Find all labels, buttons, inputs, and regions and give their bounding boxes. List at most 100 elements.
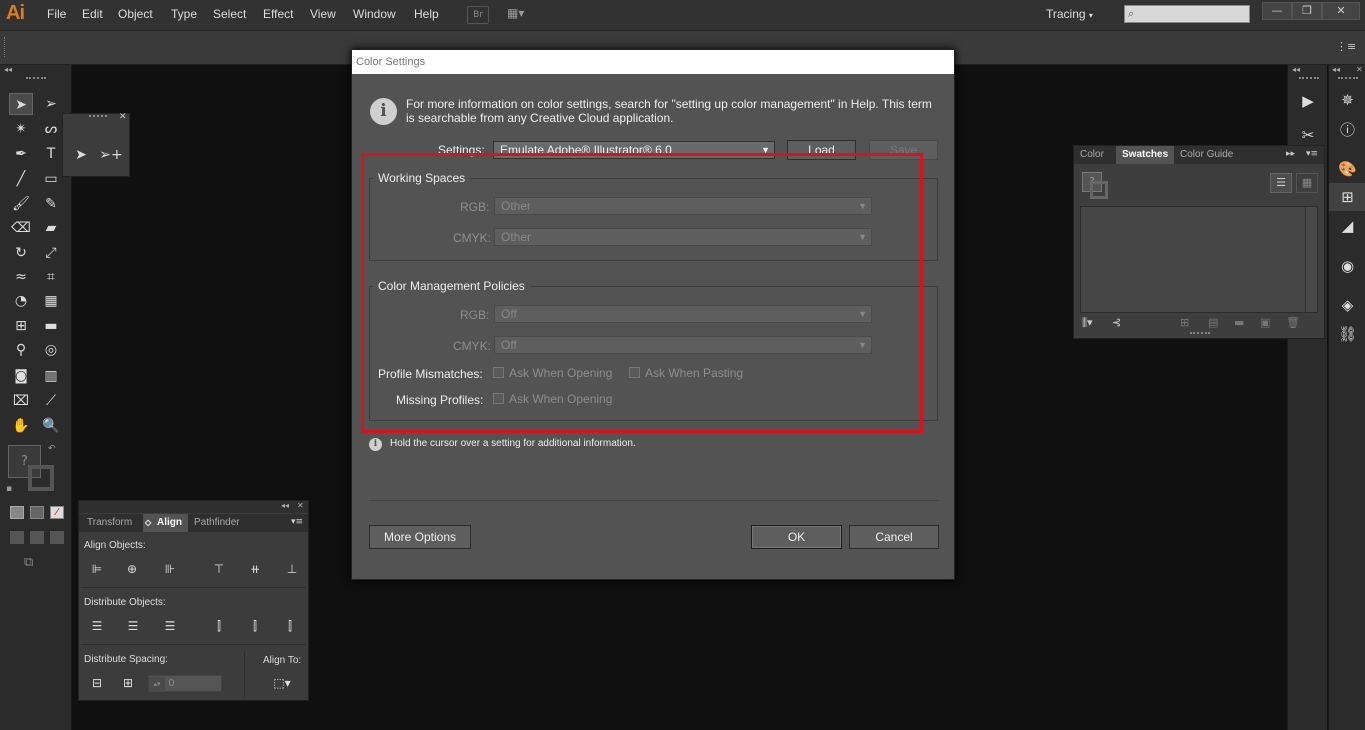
scale-tool-icon[interactable]: ⤢ xyxy=(39,242,63,264)
swatch-list[interactable] xyxy=(1080,206,1318,313)
default-fill-stroke-icon[interactable]: ▪ xyxy=(6,484,12,494)
gripper-icon[interactable] xyxy=(1190,332,1210,334)
ok-button[interactable]: OK xyxy=(751,525,842,549)
slice-tool-icon[interactable]: ⟋ xyxy=(39,390,63,412)
panel-menu-icon[interactable]: ⋮≡ xyxy=(1336,40,1356,53)
horizontal-distribute-center-icon[interactable]: ⫿ xyxy=(246,617,264,635)
list-view-icon[interactable]: ☰ xyxy=(1270,173,1292,193)
tab-color[interactable]: Color xyxy=(1074,146,1110,164)
free-transform-tool-icon[interactable]: ⌗ xyxy=(39,266,63,288)
horizontal-distribute-left-icon[interactable]: ⫿ xyxy=(210,617,228,635)
horizontal-distribute-space-icon[interactable]: ⊞ xyxy=(119,674,137,692)
gripper-icon[interactable] xyxy=(26,77,46,80)
gradient-tool-icon[interactable]: ▬ xyxy=(39,315,63,337)
mesh-tool-icon[interactable]: ⊞ xyxy=(9,315,33,337)
vertical-align-center-icon[interactable]: ⧺ xyxy=(246,560,264,578)
show-swatch-kinds-icon[interactable]: ⊰ xyxy=(1112,316,1121,329)
gradient-mode-icon[interactable] xyxy=(30,506,44,519)
pencil-tool-icon[interactable]: ✎ xyxy=(39,193,63,215)
appearance-icon[interactable]: ◉ xyxy=(1329,252,1365,280)
blend-tool-icon[interactable]: ◎ xyxy=(39,339,63,361)
color-mode-icon[interactable] xyxy=(10,506,24,519)
rectangle-tool-icon[interactable]: ▭ xyxy=(39,168,63,190)
draw-normal-icon[interactable] xyxy=(10,531,24,544)
hand-tool-icon[interactable]: ✋ xyxy=(9,415,33,437)
links-chain-icon[interactable]: ⛓ xyxy=(1329,320,1365,348)
menu-select[interactable]: Select xyxy=(213,7,246,21)
collapse-icon[interactable]: ◂◂ xyxy=(281,501,289,510)
play-actions-icon[interactable]: ▶ xyxy=(1289,87,1327,115)
draw-behind-icon[interactable] xyxy=(30,531,44,544)
menu-file[interactable]: File xyxy=(47,7,66,21)
menu-window[interactable]: Window xyxy=(353,7,396,21)
swap-fill-stroke-icon[interactable]: ↶ xyxy=(48,444,56,454)
draw-inside-icon[interactable] xyxy=(50,531,64,544)
panel-menu-icon[interactable]: ▾≡ xyxy=(291,517,303,527)
stroke-swatch-icon[interactable] xyxy=(28,465,54,491)
panel-menu-icon[interactable]: ▾≡ xyxy=(1306,149,1318,159)
arrange-documents-button[interactable]: ▦▾ xyxy=(507,6,537,24)
info-icon[interactable]: ⓘ xyxy=(1329,116,1365,144)
vertical-distribute-top-icon[interactable]: ☰ xyxy=(88,617,106,635)
tab-color-guide[interactable]: Color Guide xyxy=(1174,146,1239,164)
horizontal-align-center-icon[interactable]: ⊕ xyxy=(123,560,141,578)
scrollbar[interactable] xyxy=(1305,207,1317,312)
workspace-switcher[interactable]: Tracing ▾ xyxy=(1046,7,1093,21)
group-selection-tool-icon[interactable]: ➤ xyxy=(69,144,93,166)
swatches-icon[interactable]: ⊞ xyxy=(1329,183,1365,211)
horizontal-distribute-right-icon[interactable]: ⫿ xyxy=(281,617,299,635)
folder-icon[interactable]: ▬ xyxy=(1234,316,1244,329)
direct-selection-plus-tool-icon[interactable]: ➢+ xyxy=(99,144,123,166)
tab-pathfinder[interactable]: Pathfinder xyxy=(188,514,246,532)
more-tabs-icon[interactable]: ▸▸ xyxy=(1286,149,1295,159)
paintbrush-tool-icon[interactable]: 🖌 xyxy=(9,193,33,215)
type-tool-icon[interactable]: T xyxy=(39,143,63,165)
color-palette-icon[interactable]: 🎨 xyxy=(1329,155,1365,183)
artboard-tool-icon[interactable]: ⌧ xyxy=(9,390,33,412)
menu-help[interactable]: Help xyxy=(414,7,439,21)
vertical-align-top-icon[interactable]: ⊤ xyxy=(210,560,228,578)
lasso-tool-icon[interactable]: ᔕ xyxy=(39,118,63,140)
thumbnail-view-icon[interactable]: ▦ xyxy=(1296,173,1318,193)
zoom-tool-icon[interactable]: 🔍 xyxy=(39,415,63,437)
none-mode-icon[interactable]: ⁄ xyxy=(50,506,64,519)
expand-icon[interactable]: ◂◂ xyxy=(1292,65,1300,74)
bridge-button[interactable]: Br xyxy=(467,6,489,24)
expand-icon[interactable]: ◂◂ xyxy=(1332,65,1340,74)
selection-tool-icon[interactable]: ➤ xyxy=(9,93,33,115)
eraser-tool-icon[interactable]: ▰ xyxy=(39,217,63,239)
delete-swatch-icon[interactable]: 🗑 xyxy=(1286,316,1300,329)
links-icon[interactable]: ✂ xyxy=(1289,125,1327,139)
color-guide-icon[interactable]: ◢ xyxy=(1329,212,1365,240)
gripper-icon[interactable] xyxy=(4,37,7,57)
menu-object[interactable]: Object xyxy=(118,7,153,21)
horizontal-align-right-icon[interactable]: ⊪ xyxy=(161,560,179,578)
gripper-icon[interactable] xyxy=(1338,77,1358,79)
stroke-swatch-icon[interactable] xyxy=(1090,181,1108,199)
new-color-group-icon[interactable]: ▤ xyxy=(1208,316,1218,329)
cancel-button[interactable]: Cancel xyxy=(849,525,939,549)
menu-edit[interactable]: Edit xyxy=(82,7,103,21)
menu-type[interactable]: Type xyxy=(171,7,197,21)
line-tool-icon[interactable]: ╱ xyxy=(9,168,33,190)
gripper-icon[interactable] xyxy=(1299,77,1319,79)
tab-swatches[interactable]: Swatches xyxy=(1116,146,1175,164)
screen-mode-icon[interactable]: ⧉ xyxy=(24,555,33,570)
horizontal-align-left-icon[interactable]: ⊫ xyxy=(88,560,106,578)
new-swatch-icon[interactable]: ▣ xyxy=(1260,316,1270,329)
blob-brush-tool-icon[interactable]: ⌫ xyxy=(9,217,33,239)
more-options-button[interactable]: More Options xyxy=(369,525,471,549)
close-button[interactable]: ✕ xyxy=(1322,2,1360,20)
magic-wand-tool-icon[interactable]: ✴ xyxy=(9,118,33,140)
menu-view[interactable]: View xyxy=(310,7,336,21)
close-icon[interactable]: ✕ xyxy=(1356,65,1363,74)
graph-tool-icon[interactable]: ▥ xyxy=(39,365,63,387)
close-icon[interactable]: ✕ xyxy=(119,112,127,122)
shape-builder-tool-icon[interactable]: ◔ xyxy=(9,290,33,312)
rotate-tool-icon[interactable]: ↻ xyxy=(9,242,33,264)
symbols-icon[interactable]: ✵ xyxy=(1329,86,1365,114)
help-search-input[interactable]: ⌕ xyxy=(1124,5,1250,23)
layers-icon[interactable]: ◈ xyxy=(1329,291,1365,319)
restore-button[interactable]: ❐ xyxy=(1292,2,1322,20)
gripper-icon[interactable] xyxy=(89,115,107,117)
